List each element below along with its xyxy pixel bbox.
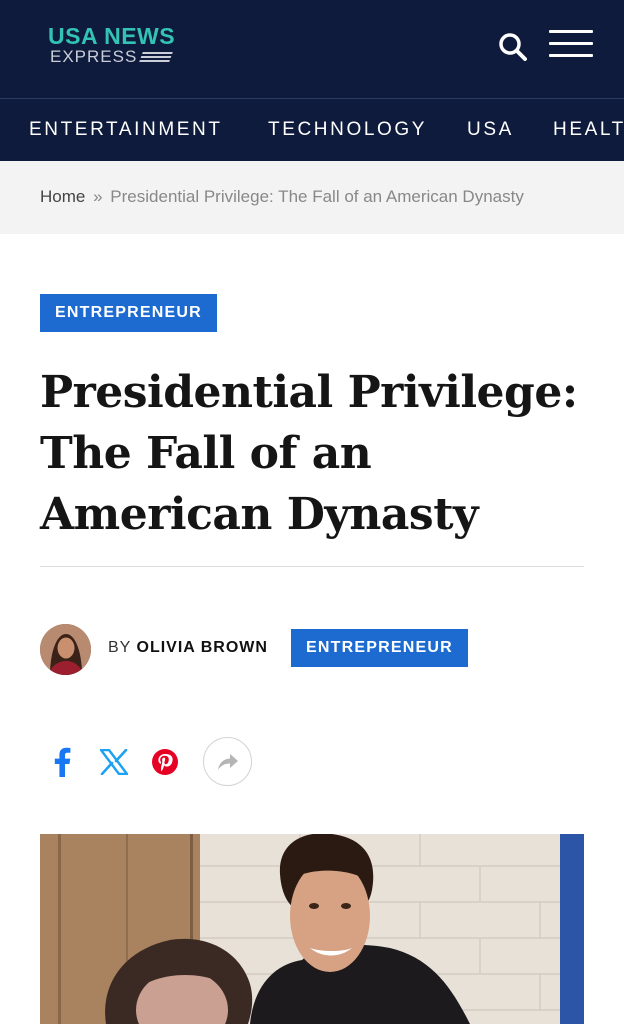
menu-icon-bar (549, 54, 593, 57)
breadcrumb: Home » Presidential Privilege: The Fall … (40, 187, 524, 207)
site-header: USA NEWS EXPRESS (0, 0, 624, 98)
byline: BY OLIVIA BROWN (108, 639, 268, 657)
article-hero-image (40, 834, 584, 1024)
author-name-link[interactable]: OLIVIA BROWN (137, 639, 268, 656)
nav-item-health[interactable]: HEALT (553, 119, 624, 141)
share-arrow-icon (217, 753, 238, 770)
author-avatar[interactable] (40, 624, 91, 675)
nav-item-technology[interactable]: TECHNOLOGY (268, 119, 427, 141)
menu-icon-bar (549, 30, 593, 33)
x-icon (100, 749, 128, 775)
search-icon (499, 33, 527, 61)
byline-prefix: BY (108, 639, 132, 656)
title-divider (40, 566, 584, 567)
breadcrumb-current: Presidential Privilege: The Fall of an A… (110, 187, 524, 206)
menu-icon-bar (549, 42, 593, 45)
logo-text-express: EXPRESS (50, 47, 138, 66)
meta-category-badge[interactable]: ENTREPRENEUR (291, 629, 468, 667)
nav-item-entertainment[interactable]: ENTERTAINMENT (29, 119, 223, 141)
share-pinterest-button[interactable] (143, 740, 187, 784)
site-logo[interactable]: USA NEWS EXPRESS (48, 24, 175, 66)
share-facebook-button[interactable] (40, 740, 84, 784)
logo-speed-lines (139, 52, 174, 62)
category-nav: ENTERTAINMENT TECHNOLOGY USA HEALT (0, 98, 624, 161)
logo-text-top: USA NEWS (48, 23, 176, 49)
nav-item-usa[interactable]: USA (467, 119, 514, 141)
share-x-button[interactable] (92, 740, 136, 784)
pinterest-icon (152, 749, 178, 775)
breadcrumb-separator: » (93, 187, 103, 206)
search-button[interactable] (496, 30, 530, 64)
hero-photo (40, 834, 584, 1024)
author-portrait-icon (40, 624, 91, 675)
breadcrumb-home-link[interactable]: Home (40, 187, 85, 206)
article-title: Presidential Privilege: The Fall of an A… (40, 367, 578, 540)
category-badge[interactable]: ENTREPRENEUR (40, 294, 217, 332)
breadcrumb-bar: Home » Presidential Privilege: The Fall … (0, 161, 624, 234)
hamburger-menu-button[interactable] (549, 30, 593, 62)
facebook-icon (54, 747, 71, 777)
share-more-button[interactable] (203, 737, 252, 786)
logo-text-bottom: EXPRESS (50, 48, 175, 66)
